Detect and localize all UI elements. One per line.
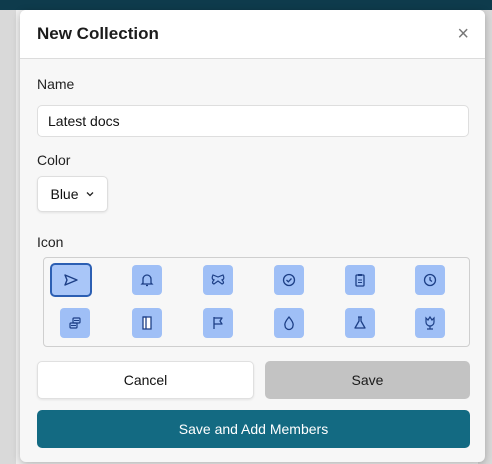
coins-icon[interactable] bbox=[60, 308, 90, 338]
save-button[interactable]: Save bbox=[265, 361, 470, 399]
new-collection-dialog: New Collection × Name Latest docs Color … bbox=[20, 10, 485, 462]
background-left-edge bbox=[0, 0, 16, 464]
color-dropdown[interactable]: Blue bbox=[37, 176, 108, 212]
check-circle-icon[interactable] bbox=[274, 265, 304, 295]
butterfly-icon[interactable] bbox=[203, 265, 233, 295]
bell-icon[interactable] bbox=[132, 265, 162, 295]
cancel-button[interactable]: Cancel bbox=[37, 361, 254, 399]
dialog-header: New Collection × bbox=[20, 10, 485, 59]
dialog-title: New Collection bbox=[37, 24, 159, 43]
close-icon[interactable]: × bbox=[457, 24, 469, 44]
name-label: Name bbox=[37, 76, 75, 92]
drop-icon[interactable] bbox=[274, 308, 304, 338]
background-top-bar bbox=[0, 0, 492, 10]
clock-icon[interactable] bbox=[415, 265, 445, 295]
document-icon[interactable] bbox=[132, 308, 162, 338]
color-dropdown-value: Blue bbox=[50, 186, 79, 202]
flask-icon[interactable] bbox=[345, 308, 375, 338]
color-label: Color bbox=[37, 152, 71, 168]
paper-plane-icon[interactable] bbox=[50, 263, 92, 297]
clipboard-icon[interactable] bbox=[345, 265, 375, 295]
icon-label: Icon bbox=[37, 234, 64, 250]
flag-icon[interactable] bbox=[203, 308, 233, 338]
save-and-add-members-button[interactable]: Save and Add Members bbox=[37, 410, 470, 448]
name-input[interactable]: Latest docs bbox=[37, 105, 469, 137]
flower-icon[interactable] bbox=[415, 308, 445, 338]
icon-picker bbox=[43, 257, 470, 347]
chevron-down-icon bbox=[86, 192, 93, 197]
